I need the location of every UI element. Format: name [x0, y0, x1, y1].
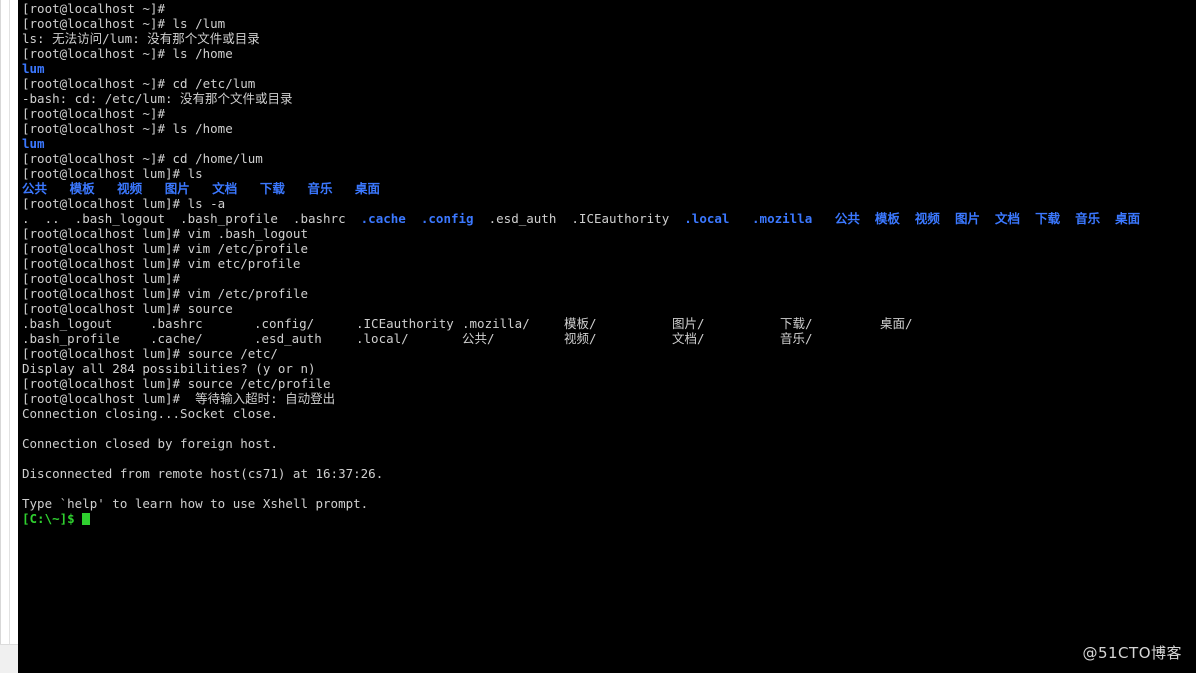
terminal-line: Display all 284 possibilities? (y or n)	[22, 361, 316, 376]
terminal-line: [root@localhost ~]#	[22, 106, 173, 121]
tab-completion-entry: .esd_auth	[254, 331, 322, 346]
tab-completion-entry: 下载/	[780, 316, 813, 331]
tab-completion-entry: 模板/	[564, 316, 597, 331]
tab-completion-entry: .ICEauthority	[356, 316, 454, 331]
terminal-line: [root@localhost ~]# cd /etc/lum	[22, 76, 256, 91]
local-shell-prompt-line[interactable]: [C:\~]$	[22, 511, 1192, 526]
ls-entry-file	[406, 211, 421, 226]
terminal-line: [root@localhost ~]# ls /lum	[22, 16, 226, 31]
tab-completion-entry: 音乐/	[780, 331, 813, 346]
ls-entry-directory: .mozilla	[752, 211, 813, 226]
tab-completion-entry: 文档/	[672, 331, 705, 346]
terminal-line-directory: lum	[22, 136, 45, 151]
tab-completion-entry: .bash_profile	[22, 331, 120, 346]
terminal-line: [root@localhost lum]# vim /etc/profile	[22, 241, 308, 256]
terminal-line: ls: 无法访问/lum: 没有那个文件或目录	[22, 31, 260, 46]
ls-entry-file: .esd_auth .ICEauthority	[473, 211, 685, 226]
tab-completion-entry: .bash_logout	[22, 316, 113, 331]
terminal-line: [root@localhost lum]# ls	[22, 166, 203, 181]
ls-entry-directory: 公共 模板 视频 图片 文档 下载 音乐 桌面	[834, 211, 1141, 226]
terminal-line: [root@localhost ~]# ls /home	[22, 46, 233, 61]
tab-completion-entry: 视频/	[564, 331, 597, 346]
terminal-line: [root@localhost lum]# vim etc/profile	[22, 256, 301, 271]
terminal-line: [root@localhost lum]#	[22, 271, 188, 286]
terminal-line-ls-all: . .. .bash_logout .bash_profile .bashrc …	[22, 211, 1192, 226]
window-inner-divider	[9, 0, 10, 645]
screenshot-root: [root@localhost ~]# [root@localhost ~]# …	[0, 0, 1196, 673]
ls-entry-file	[812, 211, 835, 226]
window-bottom-band	[0, 644, 18, 673]
terminal-line: [root@localhost lum]# ls -a	[22, 196, 226, 211]
terminal-line: -bash: cd: /etc/lum: 没有那个文件或目录	[22, 91, 293, 106]
ls-entry-directory: .local	[684, 211, 730, 226]
ls-entry-directory: .cache	[360, 211, 406, 226]
ls-entry-file: . .. .bash_logout .bash_profile .bashrc	[22, 211, 361, 226]
tab-completion-entry: 公共/	[462, 331, 495, 346]
terminal-line-ls-directories: 公共 模板 视频 图片 文档 下载 音乐 桌面	[22, 181, 381, 196]
tab-completion-entry: .local/	[356, 331, 409, 346]
tab-completion-entry: .cache/	[150, 331, 203, 346]
terminal-line: [root@localhost ~]#	[22, 1, 173, 16]
terminal-line: [root@localhost lum]# source /etc/profil…	[22, 376, 331, 391]
tab-completion-row: .bash_profile .cache/ .esd_auth .local/公共/视…	[22, 331, 1192, 346]
terminal-line: Type `help' to learn how to use Xshell p…	[22, 496, 369, 511]
tab-completion-row: .bash_logout .bashrc .config/ .ICEauthority…	[22, 316, 1192, 331]
tab-completion-entry: 图片/	[672, 316, 705, 331]
tab-completion-listing: .bash_logout .bashrc .config/ .ICEauthority…	[22, 316, 1192, 346]
terminal-line: Connection closed by foreign host.	[22, 436, 278, 451]
terminal-line: [root@localhost lum]# vim .bash_logout	[22, 226, 308, 241]
watermark-label: @51CTO博客	[1082, 644, 1182, 662]
window-edge-line	[0, 0, 1, 673]
terminal-console-output: [root@localhost ~]# [root@localhost ~]# …	[22, 1, 1192, 526]
terminal-line: [root@localhost lum]# vim /etc/profile	[22, 286, 308, 301]
tab-completion-entry: 桌面/	[880, 316, 913, 331]
local-shell-prompt: [C:\~]$	[22, 511, 83, 526]
terminal-line: [root@localhost ~]# cd /home/lum	[22, 151, 263, 166]
terminal-line: [root@localhost lum]# source /etc/	[22, 346, 278, 361]
terminal-line-directory: lum	[22, 61, 45, 76]
terminal-line: Connection closing...Socket close.	[22, 406, 278, 421]
tab-completion-entry: .config/	[254, 316, 315, 331]
text-cursor	[82, 513, 91, 525]
ls-entry-directory: .config	[420, 211, 474, 226]
window-left-chrome	[0, 0, 18, 673]
tab-completion-entry: .mozilla/	[462, 316, 530, 331]
terminal-line: Disconnected from remote host(cs71) at 1…	[22, 466, 384, 481]
terminal-line: [root@localhost lum]# 等待输入超时: 自动登出	[22, 391, 336, 406]
tab-completion-entry: .bashrc	[150, 316, 203, 331]
terminal-line: [root@localhost ~]# ls /home	[22, 121, 233, 136]
ls-entry-file	[729, 211, 752, 226]
terminal-line: [root@localhost lum]# source	[22, 301, 233, 316]
terminal-window[interactable]: [root@localhost ~]# [root@localhost ~]# …	[18, 0, 1196, 673]
